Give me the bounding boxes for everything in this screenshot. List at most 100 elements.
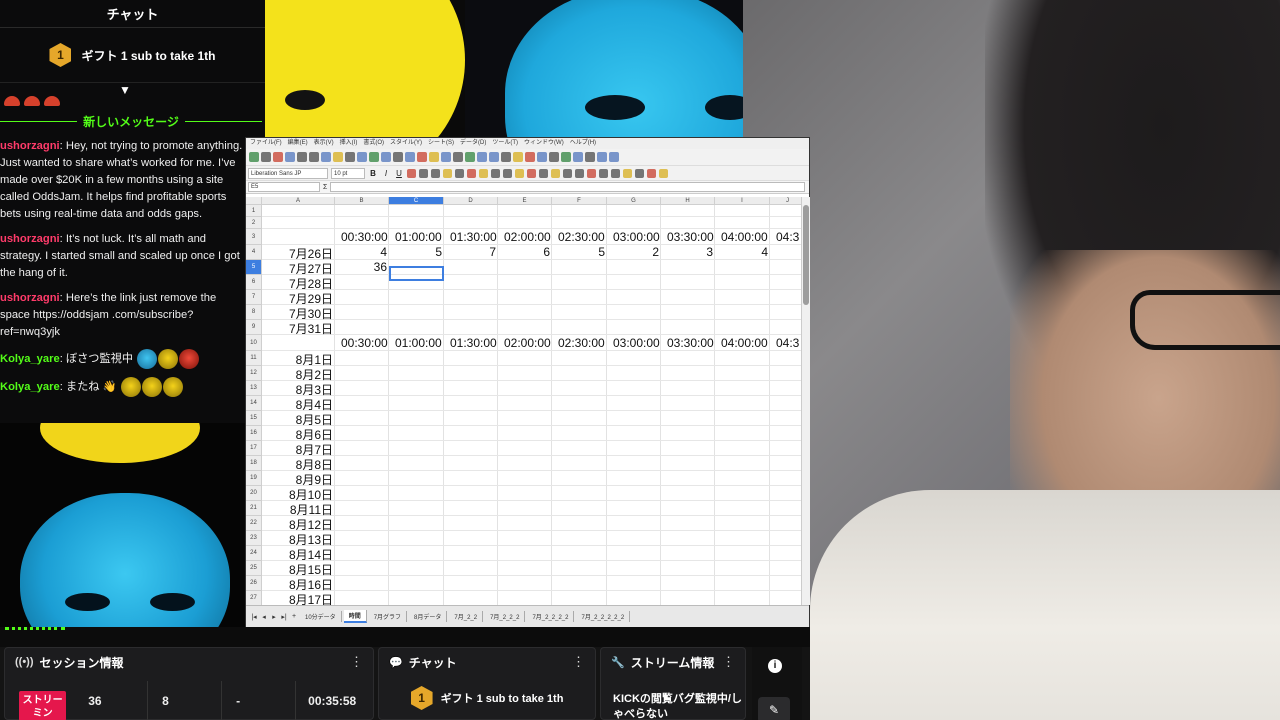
- toolbar-icon[interactable]: [501, 152, 511, 162]
- row-header[interactable]: 18: [246, 456, 262, 471]
- format-icon[interactable]: [491, 168, 500, 178]
- toolbar-icon[interactable]: [249, 152, 259, 162]
- info-icon[interactable]: i: [768, 659, 782, 673]
- stream-info-menu-icon[interactable]: ⋮: [722, 654, 735, 670]
- last-sheet-icon[interactable]: ▸|: [280, 613, 288, 621]
- cell[interactable]: 02:30:00: [558, 336, 605, 350]
- format-icon[interactable]: [515, 168, 524, 178]
- toolbar-icon[interactable]: [537, 152, 547, 162]
- cell[interactable]: 7月31日: [262, 320, 333, 337]
- menu-item[interactable]: シート(S): [428, 138, 454, 149]
- cell[interactable]: 03:30:00: [667, 230, 714, 244]
- sheet-tab[interactable]: 7月_2_2_2_2: [527, 611, 575, 622]
- toolbar-icon[interactable]: [429, 152, 439, 162]
- format-icon[interactable]: [503, 168, 512, 178]
- toolbar-icon[interactable]: [489, 152, 499, 162]
- column-header[interactable]: B: [335, 197, 389, 205]
- name-box[interactable]: E5: [248, 182, 320, 192]
- chat-menu-icon[interactable]: ⋮: [572, 654, 585, 670]
- cell[interactable]: 00:30:00: [341, 230, 388, 244]
- row-header[interactable]: 27: [246, 591, 262, 605]
- menu-item[interactable]: 編集(E): [288, 138, 308, 149]
- toolbar-icon[interactable]: [297, 152, 307, 162]
- message-username[interactable]: Kolya_yare: [0, 381, 60, 393]
- underline-icon[interactable]: U: [394, 169, 404, 178]
- row-header[interactable]: 8: [246, 305, 262, 320]
- toolbar-icon[interactable]: [597, 152, 607, 162]
- row-header[interactable]: 26: [246, 576, 262, 591]
- row-header[interactable]: 19: [246, 471, 262, 486]
- menu-item[interactable]: データ(D): [460, 138, 486, 149]
- row-header[interactable]: 5: [246, 260, 262, 275]
- column-header[interactable]: A: [262, 197, 335, 205]
- row-header[interactable]: 1: [246, 205, 262, 217]
- cell[interactable]: 01:00:00: [395, 230, 442, 244]
- sheet-tab[interactable]: 7月グラフ: [369, 611, 408, 622]
- edit-icon[interactable]: ✎: [758, 697, 790, 720]
- sheet-tab[interactable]: 7月_2_2: [449, 611, 484, 622]
- toolbar-icon[interactable]: [585, 152, 595, 162]
- vertical-scrollbar[interactable]: [801, 197, 810, 605]
- row-header[interactable]: 22: [246, 516, 262, 531]
- format-icon[interactable]: [539, 168, 548, 178]
- cell-grid[interactable]: A B C D E F G H I J 1 2 3 4 5 6 7 8 9 10 11 12 13 14 15 16 17 18 19 2…: [246, 197, 801, 605]
- cell[interactable]: 36: [335, 260, 387, 274]
- format-icon[interactable]: [587, 168, 596, 178]
- add-sheet-icon[interactable]: +: [290, 613, 298, 620]
- row-header[interactable]: 23: [246, 531, 262, 546]
- cell[interactable]: 5: [552, 245, 605, 259]
- row-header[interactable]: 9: [246, 320, 262, 335]
- row-header[interactable]: 17: [246, 441, 262, 456]
- column-header[interactable]: J: [770, 197, 801, 205]
- toolbar-icon[interactable]: [285, 152, 295, 162]
- row-header[interactable]: 13: [246, 381, 262, 396]
- format-icon[interactable]: [575, 168, 584, 178]
- cell[interactable]: 03:00:00: [613, 336, 660, 350]
- row-header[interactable]: 3: [246, 229, 262, 245]
- cell[interactable]: 04:00:00: [721, 336, 768, 350]
- menu-item[interactable]: ファイル(F): [250, 138, 282, 149]
- toolbar-icon[interactable]: [345, 152, 355, 162]
- row-header[interactable]: 24: [246, 546, 262, 561]
- cell[interactable]: 03:30:00: [667, 336, 714, 350]
- cell[interactable]: 5: [389, 245, 442, 259]
- cell[interactable]: 04:3: [776, 230, 799, 244]
- row-header[interactable]: 10: [246, 335, 262, 351]
- toolbar-icon[interactable]: [333, 152, 343, 162]
- column-header[interactable]: E: [498, 197, 552, 205]
- menu-item[interactable]: ヘルプ(H): [570, 138, 596, 149]
- format-icon[interactable]: [527, 168, 536, 178]
- dashboard-gift-announcement[interactable]: 1 ギフト 1 sub to take 1th: [379, 686, 595, 710]
- column-header[interactable]: D: [444, 197, 498, 205]
- format-icon[interactable]: [479, 168, 488, 178]
- format-icon[interactable]: [611, 168, 620, 178]
- cell[interactable]: 8月17日: [262, 591, 333, 605]
- cell[interactable]: 02:00:00: [504, 336, 551, 350]
- first-sheet-icon[interactable]: |◂: [250, 613, 258, 621]
- cell[interactable]: 04:3: [776, 336, 799, 350]
- prev-sheet-icon[interactable]: ◂: [260, 613, 268, 621]
- cell[interactable]: 4: [715, 245, 768, 259]
- format-icon[interactable]: [659, 168, 668, 178]
- menu-item[interactable]: 表示(V): [314, 138, 334, 149]
- session-menu-icon[interactable]: ⋮: [350, 654, 363, 670]
- message-username[interactable]: Kolya_yare: [0, 353, 60, 365]
- column-header[interactable]: G: [607, 197, 661, 205]
- column-header[interactable]: I: [715, 197, 770, 205]
- menu-item[interactable]: ツール(T): [492, 138, 518, 149]
- sheet-tab[interactable]: 7月_2_2_2: [485, 611, 526, 622]
- format-icon[interactable]: [635, 168, 644, 178]
- sheet-tab[interactable]: 時間: [343, 610, 367, 623]
- cell[interactable]: 2: [607, 245, 659, 259]
- select-all-corner[interactable]: [246, 197, 262, 205]
- column-header[interactable]: F: [552, 197, 607, 205]
- toolbar-icon[interactable]: [417, 152, 427, 162]
- column-header[interactable]: H: [661, 197, 715, 205]
- function-wizard-icon[interactable]: Σ: [323, 184, 327, 191]
- format-icon[interactable]: [623, 168, 632, 178]
- toolbar-icon[interactable]: [441, 152, 451, 162]
- bold-icon[interactable]: B: [368, 169, 378, 178]
- cell[interactable]: 01:30:00: [450, 336, 497, 350]
- next-sheet-icon[interactable]: ▸: [270, 613, 278, 621]
- scroll-down-icon[interactable]: ▼: [118, 83, 132, 97]
